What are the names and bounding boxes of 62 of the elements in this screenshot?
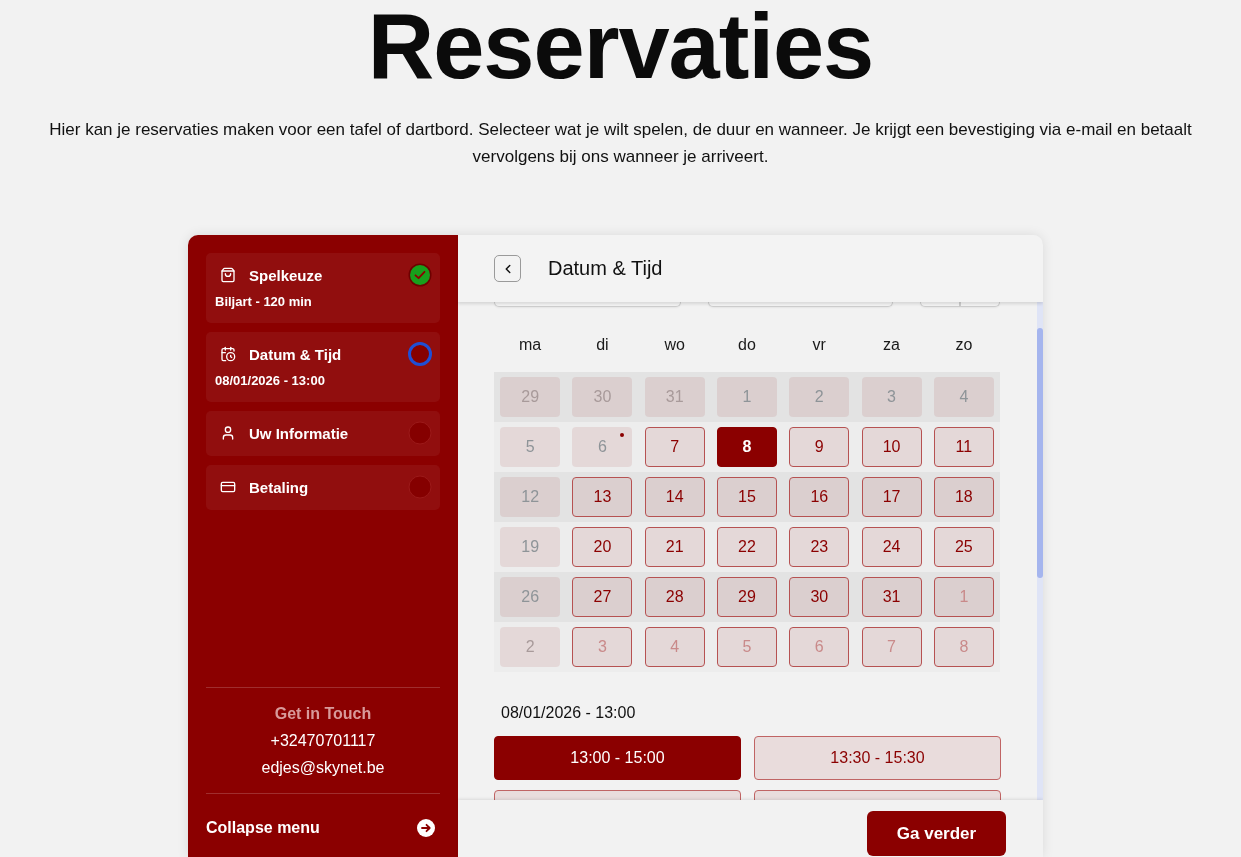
day-cell[interactable]: 20	[572, 527, 633, 567]
weekday-label: za	[883, 335, 900, 355]
weekday-label: vr	[812, 335, 826, 355]
collapse-menu-button[interactable]: Collapse menu	[206, 815, 440, 841]
arrow-right-icon	[417, 819, 435, 837]
day-cell[interactable]: 24	[861, 527, 922, 567]
day-cell[interactable]: 27	[572, 577, 633, 617]
day-cell[interactable]: 30	[789, 577, 850, 617]
scrollbar-thumb[interactable]	[1037, 328, 1043, 578]
scrollbar[interactable]	[1037, 302, 1043, 800]
day-cell[interactable]: 21	[644, 527, 705, 567]
step-card[interactable]: Datum & Tijd 08/01/2026 - 13:00	[206, 332, 440, 402]
email-address: edjes@skynet.be	[261, 758, 385, 778]
intro-text: Hier kan je reservaties maken voor een tafel of dartbord. Selecteer wat je wilt spelen, de duur en wanneer. Je krijgt een bevestiging via e-mail en betaalt vervolgens bij ons wanneer je arriveert.	[48, 119, 1193, 168]
bag-icon	[220, 267, 236, 283]
day-cell[interactable]: 28	[644, 577, 705, 617]
nav-button[interactable]	[960, 302, 1000, 307]
select-field[interactable]	[494, 302, 681, 307]
time-slot[interactable]: 13:30 - 15:30	[754, 736, 1001, 780]
day-cell[interactable]: 8	[717, 427, 777, 467]
day-cell[interactable]: 13	[572, 477, 633, 517]
weekday-label: di	[596, 335, 609, 355]
day-cell[interactable]: 22	[717, 527, 777, 567]
step-card[interactable]: Spelkeuze Biljart - 120 min	[206, 253, 440, 323]
weekday-label: ma	[519, 335, 542, 355]
weekday-label: wo	[664, 335, 685, 355]
panel-title: Datum & Tijd	[548, 257, 663, 280]
step-detail: Biljart - 120 min	[215, 293, 312, 311]
back-button[interactable]	[494, 255, 521, 282]
next-button[interactable]: Ga verder	[867, 811, 1006, 856]
step-title: Betaling	[249, 478, 310, 496]
step-title: Spelkeuze	[249, 266, 324, 284]
day-cell[interactable]: 18	[933, 477, 994, 517]
weekday-label: zo	[955, 335, 973, 355]
page-title: Reservaties	[367, 0, 874, 92]
day-cell[interactable]: 14	[644, 477, 705, 517]
day-cell[interactable]: 25	[933, 527, 994, 567]
day-cell[interactable]: 15	[717, 477, 777, 517]
day-cell[interactable]: 31	[861, 577, 922, 617]
weekday-label: do	[738, 335, 756, 355]
step-detail: 08/01/2026 - 13:00	[215, 372, 325, 390]
step-card[interactable]: Uw Informatie	[206, 411, 440, 456]
day-cell[interactable]: 23	[789, 527, 850, 567]
user-icon	[220, 425, 236, 441]
day-cell[interactable]: 17	[861, 477, 922, 517]
day-cell[interactable]: 29	[717, 577, 777, 617]
step-title: Uw Informatie	[249, 424, 350, 442]
step-card[interactable]: Betaling	[206, 465, 440, 510]
day-cell[interactable]: 10	[861, 427, 922, 467]
select-field[interactable]	[708, 302, 893, 307]
contact-heading: Get in Touch	[274, 704, 372, 724]
card-icon	[220, 479, 236, 495]
step-title: Datum & Tijd	[249, 345, 343, 363]
day-cell[interactable]: 11	[933, 427, 994, 467]
day-cell[interactable]: 7	[644, 427, 705, 467]
nav-button[interactable]	[920, 302, 960, 307]
day-cell[interactable]: 16	[789, 477, 850, 517]
phone-number: +32470701117	[270, 731, 376, 751]
calendar-icon	[220, 346, 236, 362]
day-cell[interactable]: 9	[789, 427, 850, 467]
selection-label: 08/01/2026 - 13:00	[500, 703, 636, 723]
time-slot[interactable]: 13:00 - 15:00	[494, 736, 741, 780]
